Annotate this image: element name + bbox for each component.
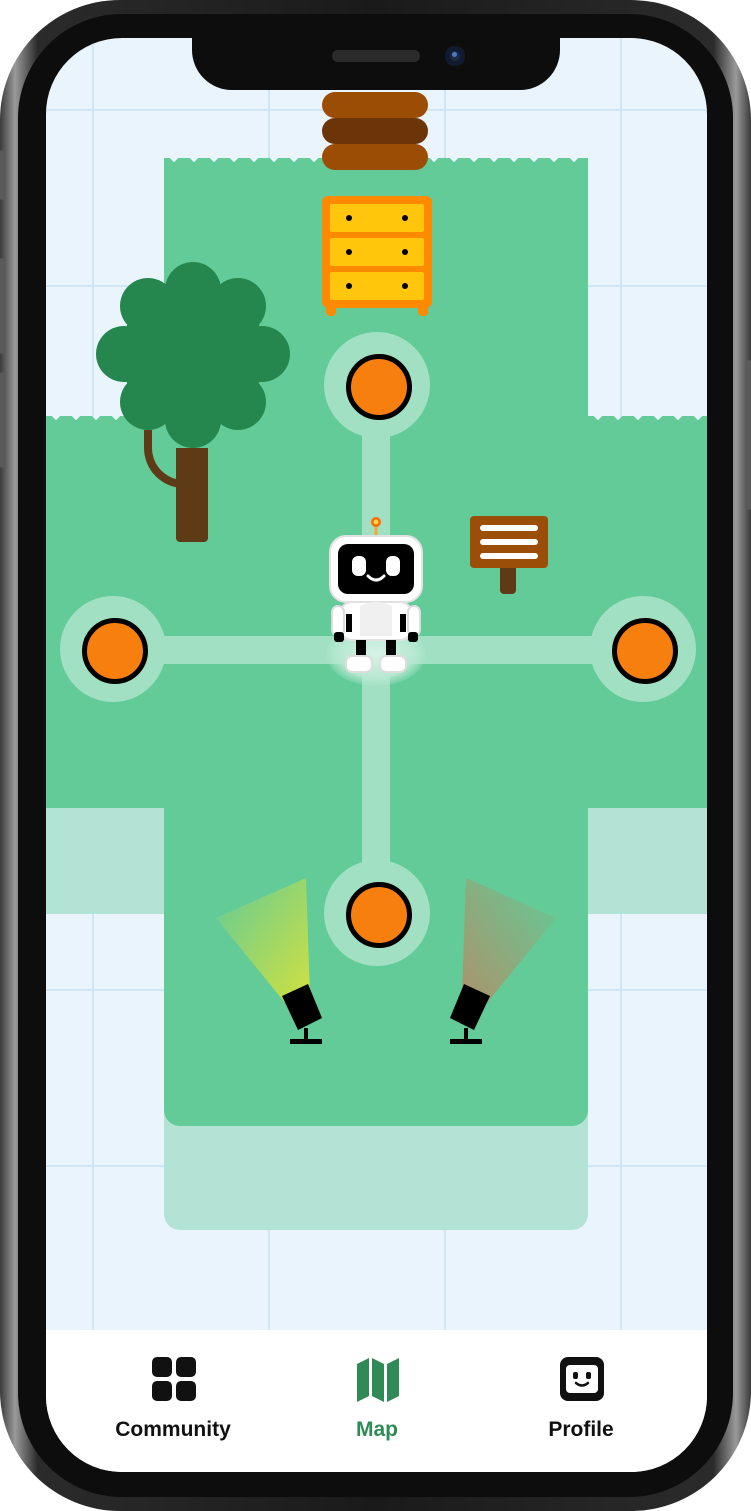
spotlight-right[interactable] <box>426 878 566 1048</box>
node-dot <box>82 618 148 684</box>
tab-label: Profile <box>548 1418 614 1441</box>
dresser-drawer <box>330 238 424 266</box>
front-camera <box>445 46 465 66</box>
tree-crown <box>96 262 290 448</box>
tab-label: Map <box>356 1418 398 1441</box>
drawer-knob <box>402 215 408 221</box>
power-button <box>747 360 751 510</box>
spotlight-left[interactable] <box>206 878 346 1048</box>
volume-up-button <box>0 258 4 354</box>
tab-profile[interactable]: Profile <box>481 1348 681 1448</box>
level-node-right[interactable] <box>590 596 696 702</box>
node-dot <box>346 354 412 420</box>
grid-icon <box>152 1357 196 1401</box>
log <box>322 92 428 118</box>
grass-edge-right <box>588 416 707 436</box>
dresser-drawer <box>330 204 424 232</box>
log <box>322 118 428 144</box>
node-dot <box>346 882 412 948</box>
drawer-knob <box>346 249 352 255</box>
volume-down-button <box>0 372 4 468</box>
level-node-left[interactable] <box>60 596 166 702</box>
dresser-drawer <box>330 272 424 300</box>
node-dot <box>612 618 678 684</box>
phone-notch <box>192 38 560 90</box>
sign-line <box>480 553 538 559</box>
robot-face-icon <box>560 1357 604 1401</box>
dresser-leg <box>418 304 428 316</box>
level-node-top[interactable] <box>324 332 430 438</box>
map-icon <box>357 1358 399 1402</box>
drawer-knob <box>346 215 352 221</box>
game-screen: Community Map Profile <box>46 38 707 1472</box>
tab-community[interactable]: Community <box>73 1348 273 1448</box>
dresser-leg <box>326 304 336 316</box>
dresser[interactable] <box>322 196 432 308</box>
log <box>322 144 428 170</box>
robot-character[interactable] <box>326 516 426 676</box>
speaker-grille <box>332 50 420 62</box>
mute-switch <box>0 150 4 200</box>
sign-line <box>480 539 538 545</box>
tree-trunk <box>176 448 208 542</box>
drawer-knob <box>402 249 408 255</box>
tab-label: Community <box>115 1418 231 1441</box>
sign-line <box>480 525 538 531</box>
drawer-knob <box>346 283 352 289</box>
tab-map[interactable]: Map <box>277 1348 477 1448</box>
bottom-tab-bar: Community Map Profile <box>46 1330 707 1472</box>
drawer-knob <box>402 283 408 289</box>
signboard[interactable] <box>470 516 548 568</box>
